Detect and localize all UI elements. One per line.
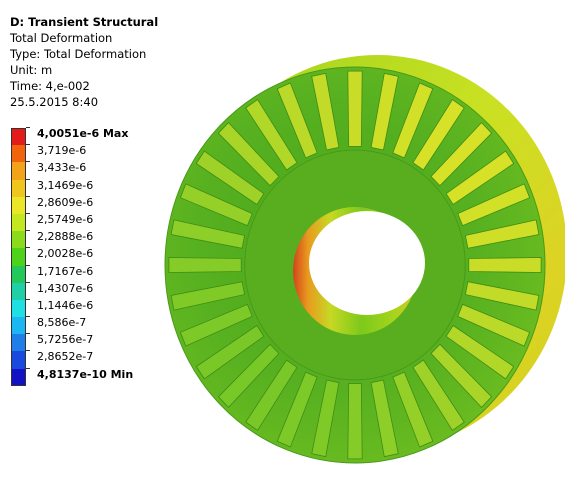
legend-tick — [26, 195, 30, 197]
legend-color-swatch — [11, 145, 26, 163]
legend-color-swatch — [11, 265, 26, 283]
legend-tick — [26, 161, 30, 163]
legend-value-label: 1,4307e-6 — [37, 281, 94, 295]
legend-color-swatch — [11, 282, 26, 300]
stator-geometry — [164, 55, 565, 464]
legend-tick — [26, 247, 30, 249]
legend-color-swatch — [11, 351, 26, 369]
legend-color-swatch — [11, 196, 26, 214]
result-unit: Unit: m — [10, 63, 53, 77]
legend-tick — [26, 264, 30, 266]
legend-color-swatch — [11, 213, 26, 232]
legend-value-label: 3,433e-6 — [37, 161, 87, 175]
legend-value-label: 8,586e-7 — [37, 316, 87, 330]
legend-color-swatch — [11, 334, 26, 352]
legend-color-swatch — [11, 162, 26, 180]
legend-tick — [26, 298, 30, 300]
legend-value-label: 2,5749e-6 — [37, 212, 94, 226]
legend-tick — [26, 367, 30, 369]
analysis-title: D: Transient Structural — [10, 15, 159, 29]
legend-tick — [26, 316, 30, 318]
legend-color-swatch — [11, 231, 26, 249]
legend-tick — [26, 127, 30, 128]
stator-slot — [468, 257, 542, 273]
result-time: Time: 4,e-002 — [10, 79, 90, 93]
legend-value-label: 5,7256e-7 — [37, 333, 94, 347]
legend-color-swatch — [11, 179, 26, 197]
legend-value-label: 2,8609e-6 — [37, 195, 94, 209]
result-header: D: Transient Structural Total Deformatio… — [10, 14, 158, 110]
legend-value-label: 2,8652e-7 — [37, 350, 94, 364]
legend-color-swatch — [11, 368, 26, 386]
legend-value-label: 1,7167e-6 — [37, 264, 94, 278]
stator-slot — [168, 257, 242, 273]
legend-value-label: 3,1469e-6 — [37, 178, 94, 192]
legend-color-swatch — [11, 128, 26, 146]
legend-value-label: 4,0051e-6 Max — [37, 127, 129, 140]
stator-bore-opening — [309, 211, 425, 315]
legend-color-swatch — [11, 248, 26, 266]
legend-color-swatch — [11, 317, 26, 335]
stator-slot — [347, 383, 363, 460]
legend-tick — [26, 350, 30, 352]
legend-tick — [26, 281, 30, 283]
legend-value-label: 1,1446e-6 — [37, 298, 94, 312]
stator-contour-model[interactable] — [150, 50, 565, 480]
legend-tick — [26, 144, 30, 146]
legend-color-swatch — [11, 299, 26, 318]
legend-value-label: 2,0028e-6 — [37, 247, 94, 261]
legend-value-label: 3,719e-6 — [37, 144, 87, 158]
stator-slot — [347, 70, 363, 147]
result-name: Total Deformation — [10, 31, 113, 45]
legend-tick — [26, 178, 30, 180]
legend-tick — [26, 212, 30, 214]
legend-value-label: 4,8137e-10 Min — [37, 367, 134, 381]
legend-value-label: 2,2888e-6 — [37, 230, 94, 244]
result-date: 25.5.2015 8:40 — [10, 95, 99, 109]
legend-tick — [26, 230, 30, 232]
result-type: Type: Total Deformation — [10, 47, 147, 61]
legend-tick — [26, 333, 30, 335]
